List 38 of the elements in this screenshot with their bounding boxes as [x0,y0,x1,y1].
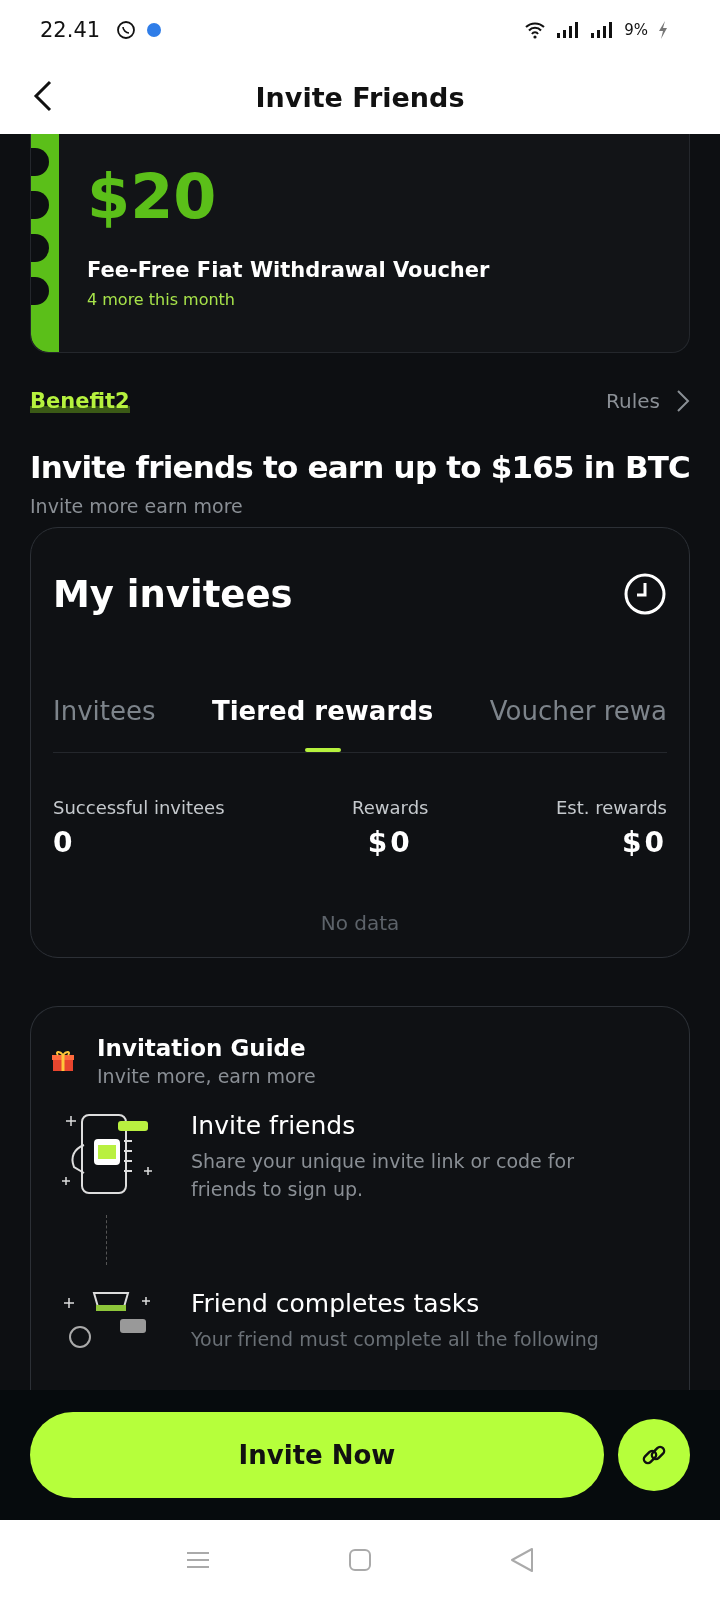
chat-icon [116,20,137,40]
battery-level: 9% [624,21,648,39]
stat-value: $0 [367,826,413,859]
guide-title: Invitation Guide [97,1035,307,1061]
app-icon [146,22,163,38]
page-title: Invite Friends [255,81,465,113]
tab[interactable]: Invitees [53,696,156,752]
stat-label: Successful invitees [53,797,225,818]
subtitle: Invite more earn more [30,495,244,517]
step-description: Share your unique invite link or code for friends to sign up. [191,1149,575,1202]
invite-now-button[interactable]: Invite Now [30,1412,604,1498]
clock-icon[interactable] [623,572,667,616]
gift-icon [51,1050,75,1072]
tab[interactable]: Tiered rewards [211,696,434,752]
stat-value: 0 [53,826,77,859]
step-description: Your friend must complete all the following [191,1327,599,1352]
voucher-note: 4 more this month [87,290,236,309]
chevron-icon[interactable] [676,389,690,413]
voucher-title: Fee-Free Fiat Withdrawal Voucher [87,258,490,282]
charging-icon [658,20,668,40]
signal-icon [556,22,581,38]
status-time: 22.41 [40,18,101,42]
benefit-label: Benefit2 [30,389,130,413]
stat-value: $0 [622,826,667,859]
back-icon[interactable] [32,80,54,112]
empty-message: No data [319,911,401,935]
tab[interactable]: Voucher rewa [489,696,667,752]
card-title: My invitees [53,572,293,616]
stat-label: Est. rewards [556,797,667,818]
wifi-icon [524,21,547,39]
rules-link[interactable]: Rules [606,389,660,413]
headline: Invite friends to earn up to $165 in BTC [30,449,690,485]
guide-subtitle: Invite more, earn more [97,1065,316,1087]
step-title: Invite friends [191,1111,357,1140]
stat-label: Rewards [352,797,429,818]
voucher-amount: $20 [87,166,218,228]
step-title: Friend completes tasks [191,1289,481,1318]
signal-icon [590,22,615,38]
